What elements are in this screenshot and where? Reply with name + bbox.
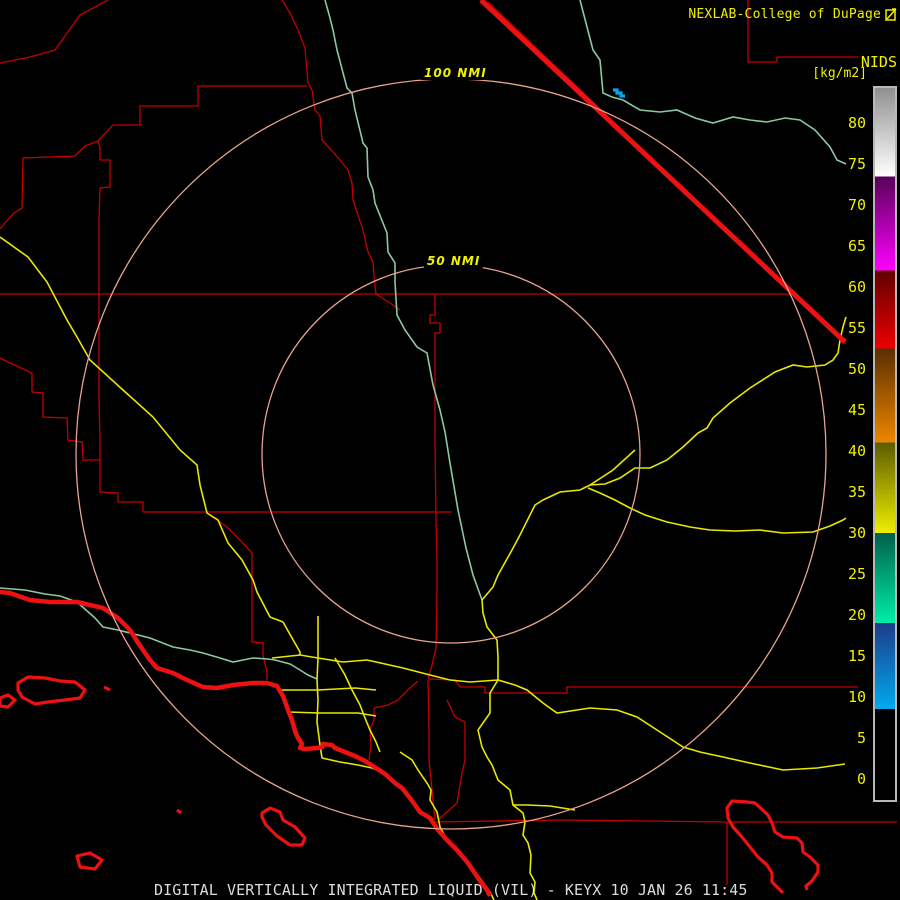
colorbar-tick: 75 — [818, 155, 866, 173]
range-ring-inner-label: 50 NMI — [424, 254, 483, 268]
colorbar-tick: 60 — [818, 278, 866, 296]
colorbar-tick: 30 — [818, 524, 866, 542]
colorbar-tick: 0 — [818, 770, 866, 788]
map-layers — [0, 0, 900, 900]
colorbar-tick: 70 — [818, 196, 866, 214]
colorbar-tick: 15 — [818, 647, 866, 665]
box-slash-icon — [885, 8, 897, 21]
colorbar-tick: 65 — [818, 237, 866, 255]
state-border-line — [481, 0, 845, 342]
colorbar-tick: 40 — [818, 442, 866, 460]
coastline — [0, 592, 490, 896]
county-borders — [0, 0, 897, 885]
colorbar-tick: 10 — [818, 688, 866, 706]
colorbar-units: [kg/m2] — [812, 66, 867, 81]
highways — [0, 237, 846, 900]
product-title: DIGITAL VERTICALLY INTEGRATED LIQUID (VI… — [154, 881, 748, 899]
colorbar-tick: 20 — [818, 606, 866, 624]
range-ring-inner — [262, 265, 640, 643]
range-ring-outer-label: 100 NMI — [421, 66, 490, 80]
colorbar-tick: 50 — [818, 360, 866, 378]
vil-echo — [613, 90, 625, 96]
range-ring-outer — [76, 79, 826, 829]
colorbar-tick: 45 — [818, 401, 866, 419]
colorbar-tick: 35 — [818, 483, 866, 501]
colorbar-tick: 80 — [818, 114, 866, 132]
credit-text: NEXLAB-College of DuPage — [688, 7, 897, 22]
colorbar-tick: 25 — [818, 565, 866, 583]
islands — [0, 677, 818, 893]
colorbar-scale — [873, 86, 897, 802]
radar-display: NEXLAB-College of DuPage NIDS [kg/m2] 80… — [0, 0, 900, 900]
colorbar-tick: 5 — [818, 729, 866, 747]
colorbar-tick: 55 — [818, 319, 866, 337]
credit-label: NEXLAB-College of DuPage — [688, 7, 881, 22]
rivers — [0, 0, 846, 679]
